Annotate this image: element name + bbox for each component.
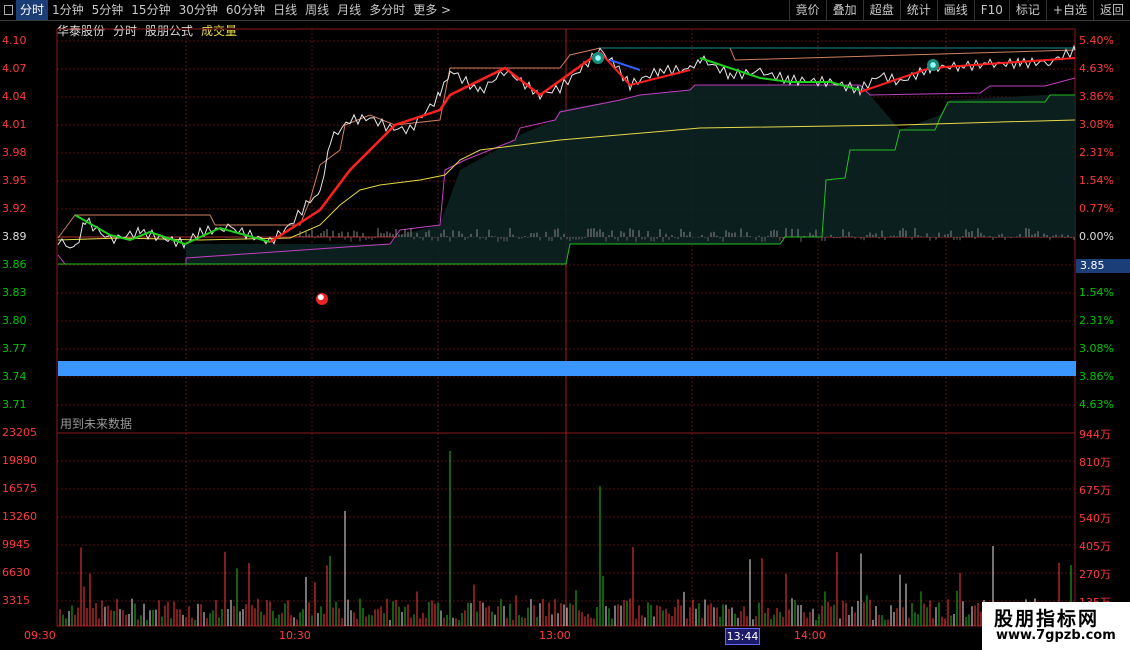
volume-tick: 13260	[2, 510, 37, 523]
volume-tick: 810万	[1079, 456, 1111, 469]
volume-tick: 9945	[2, 538, 30, 551]
time-tick: 10:30	[279, 629, 311, 642]
intraday-chart[interactable]	[0, 0, 1130, 650]
watermark-url: www.7gpzb.com	[996, 628, 1116, 643]
signal-check-icon[interactable]	[592, 52, 604, 64]
signal-ball-icon[interactable]	[316, 293, 328, 305]
price-tick: 3.89	[2, 230, 27, 243]
volume-tick: 23205	[2, 426, 37, 439]
pct-tick: 3.86%	[1079, 90, 1114, 103]
price-tick: 3.92	[2, 202, 27, 215]
price-tick: 3.98	[2, 146, 27, 159]
price-tick: 3.77	[2, 342, 27, 355]
pct-tick: 1.54%	[1079, 286, 1114, 299]
price-tick: 4.01	[2, 118, 27, 131]
signal-check-icon[interactable]	[927, 59, 939, 71]
pct-tick: 3.86%	[1079, 370, 1114, 383]
pct-tick: 3.08%	[1079, 118, 1114, 131]
time-tick: 14:00	[794, 629, 826, 642]
volume-bars	[59, 228, 1075, 626]
volume-tick: 540万	[1079, 512, 1111, 525]
time-tick: 09:30	[24, 629, 56, 642]
volume-tick: 944万	[1079, 428, 1111, 441]
pct-tick: 5.40%	[1079, 34, 1114, 47]
pct-tick: 0.77%	[1079, 202, 1114, 215]
price-tick: 3.95	[2, 174, 27, 187]
pct-tick: 1.54%	[1079, 174, 1114, 187]
volume-tick: 270万	[1079, 568, 1111, 581]
pct-tick: 2.31%	[1079, 146, 1114, 159]
time-tick: 13:00	[539, 629, 571, 642]
pct-tick: 4.63%	[1079, 62, 1114, 75]
volume-tick: 675万	[1079, 484, 1111, 497]
pct-tick: 4.63%	[1079, 398, 1114, 411]
volume-tick: 3315	[2, 594, 30, 607]
price-tick: 4.07	[2, 62, 27, 75]
pct-tick: 3.08%	[1079, 342, 1114, 355]
volume-tick: 6630	[2, 566, 30, 579]
price-tick: 3.83	[2, 286, 27, 299]
volume-tick: 16575	[2, 482, 37, 495]
pct-tick: 2.31%	[1079, 314, 1114, 327]
price-tick: 4.10	[2, 34, 27, 47]
volume-tick: 405万	[1079, 540, 1111, 553]
site-watermark: 股朋指标网 www.7gpzb.com	[982, 602, 1130, 650]
pct-tick: 0.00%	[1079, 230, 1114, 243]
price-tick: 3.86	[2, 258, 27, 271]
future-data-note: 用到未来数据	[60, 417, 133, 431]
price-tick: 4.04	[2, 90, 27, 103]
highlight-banner	[58, 361, 1076, 376]
current-price-tag: 3.85	[1076, 259, 1130, 273]
price-tick: 3.80	[2, 314, 27, 327]
price-tick: 3.74	[2, 370, 27, 383]
watermark-title: 股朋指标网	[994, 608, 1100, 630]
price-tick: 3.71	[2, 398, 27, 411]
volume-tick: 19890	[2, 454, 37, 467]
cursor-time-label: 13:44	[725, 628, 760, 645]
